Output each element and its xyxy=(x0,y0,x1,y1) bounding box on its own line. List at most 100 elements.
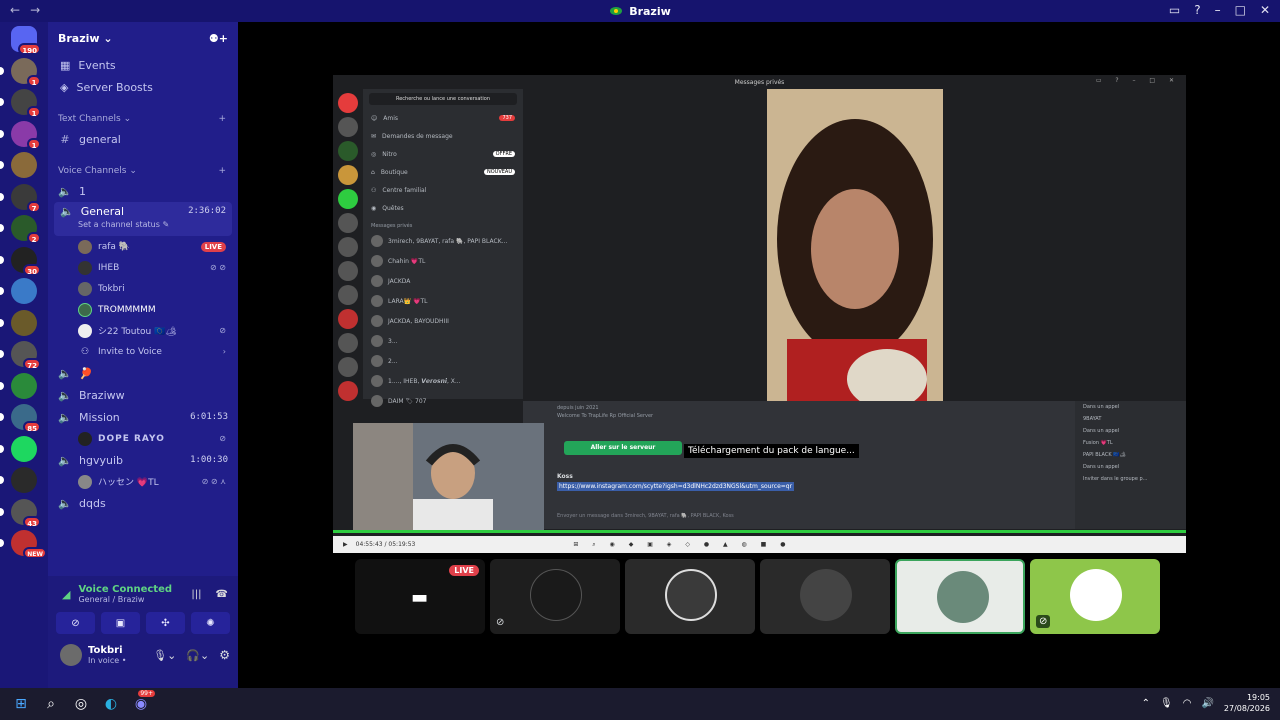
voice-channels-category[interactable]: Voice Channels ⌄ + xyxy=(48,162,238,180)
discord-icon[interactable]: ◉ 99+ xyxy=(126,689,156,719)
voice-user[interactable]: IHEB ⊘ ⊘ xyxy=(48,257,238,278)
voice-channel-hgvyuib[interactable]: 🔈 hgvyuib 1:00:30 xyxy=(48,449,238,471)
volume-icon[interactable]: 🔊 xyxy=(1201,698,1213,709)
add-channel-icon[interactable]: + xyxy=(218,166,226,176)
close-button[interactable]: ✕ xyxy=(1260,3,1270,17)
forward-arrow-icon[interactable]: → xyxy=(30,3,40,17)
voice-channel-1[interactable]: 🔈 1 xyxy=(48,180,238,202)
server-icon[interactable] xyxy=(11,372,37,399)
channel-label: general xyxy=(79,132,121,146)
steam-icon[interactable]: ◎ xyxy=(66,689,96,719)
server-icon[interactable]: 1 xyxy=(11,120,41,150)
channel-timer: 1:00:30 xyxy=(190,455,228,465)
server-icon[interactable]: 2 xyxy=(11,215,41,244)
search-icon[interactable]: ⌕ xyxy=(36,689,66,719)
server-icon[interactable]: 7 xyxy=(11,183,41,213)
voice-channel-general[interactable]: 🔈 General 2:36:02 Set a channel status ✎ xyxy=(54,202,232,236)
voice-channel-flag[interactable]: 🔈 🏓 xyxy=(48,362,238,384)
server-icon[interactable]: 43 xyxy=(11,498,41,528)
headphones-icon[interactable]: 🎧⌄ xyxy=(186,649,209,662)
participant-tile[interactable]: ⊘ xyxy=(490,559,620,634)
voice-user-name: シ22 Toutou 🇪🇺🏕 xyxy=(98,327,177,337)
participant-tile[interactable] xyxy=(625,559,755,634)
voice-user[interactable]: ハッセン 💗TL ⊘ ⊘ ⋏ xyxy=(48,471,238,492)
speaker-icon: 🔈 xyxy=(58,366,72,380)
muted-icon: ⊘ ⊘ xyxy=(210,263,226,272)
chevron-up-icon[interactable]: ⌃ xyxy=(1142,698,1150,709)
participant-tile[interactable]: ▬ LIVE xyxy=(355,559,485,634)
server-icon[interactable]: 85 xyxy=(11,404,41,433)
avatar xyxy=(371,235,383,247)
window-title: Braziw xyxy=(629,4,671,18)
inbox-icon[interactable]: ▭ xyxy=(1169,3,1180,17)
user-name: Tokbri xyxy=(88,645,123,656)
add-channel-icon[interactable]: + xyxy=(218,114,226,124)
shared-badge: OFFRE xyxy=(492,151,515,157)
voice-channel-dqds[interactable]: 🔈 dqds xyxy=(48,492,238,514)
voice-user[interactable]: TROMMMMM xyxy=(48,299,238,320)
server-icon[interactable] xyxy=(11,435,37,462)
microphone-icon[interactable]: 🎙⌄ xyxy=(153,649,176,662)
server-icon[interactable] xyxy=(11,467,37,493)
boost-icon: ◈ xyxy=(60,80,69,94)
voice-user[interactable]: Tokbri xyxy=(48,278,238,299)
channel-timer: 6:01:53 xyxy=(190,412,228,422)
shared-item: ◉ Quêtes xyxy=(371,204,404,212)
nav-events[interactable]: ▦ Events xyxy=(48,54,238,76)
server-icon[interactable]: 190 xyxy=(11,26,41,55)
voice-user[interactable]: シ22 Toutou 🇪🇺🏕 ⊘ xyxy=(48,320,238,341)
server-icon[interactable]: NEW xyxy=(11,530,47,559)
camera-off-button[interactable]: ⊘ xyxy=(56,612,95,634)
server-badge: 1 xyxy=(27,137,41,150)
minimize-button[interactable]: – xyxy=(1215,3,1221,17)
server-icon[interactable] xyxy=(11,309,37,336)
server-badge: 1 xyxy=(27,106,41,118)
participant-tile[interactable]: ⊘ xyxy=(1030,559,1160,634)
edge-icon[interactable]: ◐ xyxy=(96,689,126,719)
shared-progress-bar xyxy=(333,530,1186,533)
voice-user[interactable]: rafa 🐘 LIVE xyxy=(48,236,238,257)
voice-connected-sub[interactable]: General / Braziw xyxy=(78,595,183,604)
server-icon[interactable] xyxy=(11,152,37,178)
channel-status[interactable]: Set a channel status ✎ xyxy=(60,220,226,229)
server-icon[interactable]: 30 xyxy=(11,246,41,276)
server-icon[interactable]: 1 xyxy=(11,57,41,87)
server-icon[interactable]: 72 xyxy=(11,341,41,370)
gear-icon[interactable]: ⚙ xyxy=(219,648,230,662)
avatar xyxy=(78,474,92,489)
activities-button[interactable]: ✣ xyxy=(146,612,185,634)
voice-channel-braziww[interactable]: 🔈 Braziww xyxy=(48,384,238,406)
avatar xyxy=(371,275,383,287)
nav-server-boosts[interactable]: ◈ Server Boosts xyxy=(48,76,238,98)
server-icon[interactable]: 1 xyxy=(11,89,41,118)
voice-user-name: IHEB xyxy=(98,262,120,273)
channel-general[interactable]: # general xyxy=(48,128,238,150)
muted-icon: ⊘ xyxy=(219,326,226,335)
user-avatar[interactable] xyxy=(60,644,82,666)
invite-to-voice[interactable]: ⚇ Invite to Voice › xyxy=(48,341,238,362)
speaker-icon: 🔈 xyxy=(60,204,74,218)
server-icon[interactable] xyxy=(11,278,37,304)
back-arrow-icon[interactable]: ← xyxy=(10,3,20,17)
category-label: Voice Channels xyxy=(58,166,127,176)
avatar xyxy=(371,255,383,267)
help-icon[interactable]: ? xyxy=(1194,3,1200,17)
server-header[interactable]: Braziw ⌄ ⚉+ xyxy=(48,22,238,54)
maximize-button[interactable]: □ xyxy=(1235,3,1246,17)
add-member-icon[interactable]: ⚉+ xyxy=(209,32,228,45)
disconnect-icon[interactable]: ☎ xyxy=(216,589,228,600)
microphone-tray-icon[interactable]: 🎙 xyxy=(1160,698,1173,709)
windows-start-icon[interactable]: ⊞ xyxy=(6,689,36,719)
shared-welcome: Welcome To TrapLife Rp Official Server xyxy=(557,413,654,419)
voice-user[interactable]: DOPE RAYO ⊘ xyxy=(48,428,238,449)
wifi-icon[interactable]: ◠ xyxy=(1183,698,1192,709)
soundboard-button[interactable]: ✺ xyxy=(191,612,230,634)
voice-channel-mission[interactable]: 🔈 Mission 6:01:53 xyxy=(48,406,238,428)
screen-share-button[interactable]: ▣ xyxy=(101,612,140,634)
participant-tile[interactable] xyxy=(895,559,1025,634)
noise-suppression-icon[interactable]: ||| xyxy=(191,589,201,600)
clock[interactable]: 19:05 27/08/2026 xyxy=(1224,692,1270,714)
voice-user-name: DOPE RAYO xyxy=(98,433,165,444)
text-channels-category[interactable]: Text Channels ⌄ + xyxy=(48,110,238,128)
participant-tile[interactable] xyxy=(760,559,890,634)
